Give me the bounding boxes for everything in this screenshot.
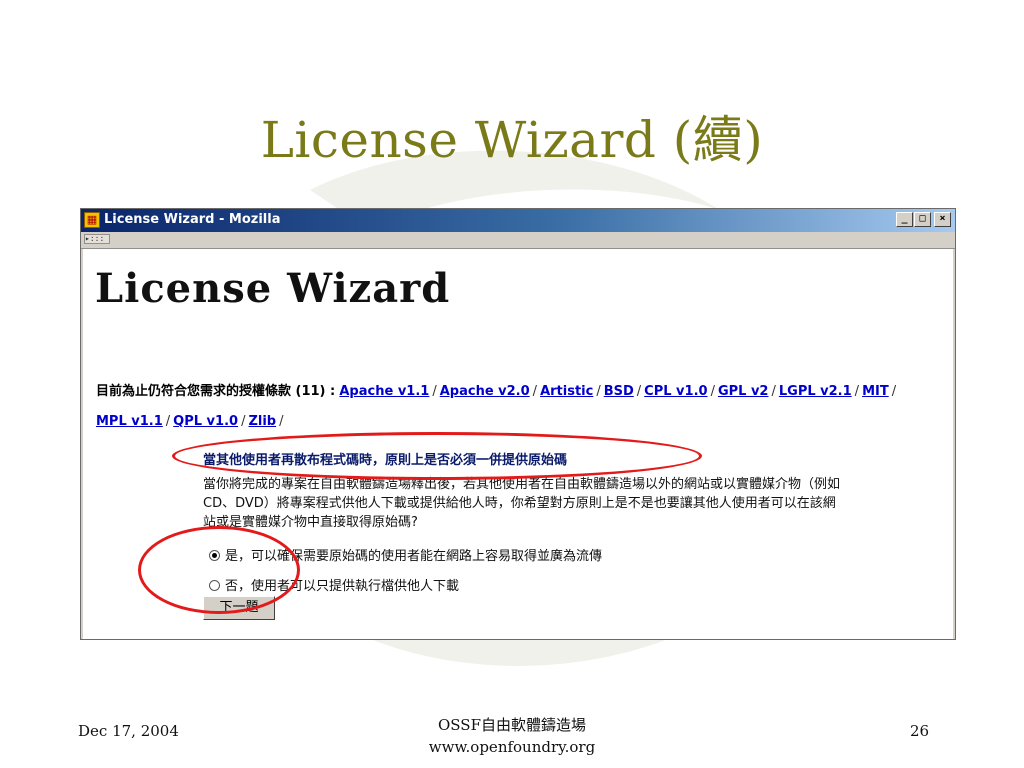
separator: / <box>710 384 715 399</box>
close-button[interactable]: × <box>934 212 951 227</box>
option-no-label: 否，使用者可以只提供執行檔供他人下載 <box>225 579 460 594</box>
matching-licenses-label: 目前為止仍符合您需求的授權條款 (11) : <box>96 384 336 399</box>
separator: / <box>241 414 246 429</box>
separator: / <box>432 384 437 399</box>
license-link-gpl-v2[interactable]: GPL v2 <box>718 384 769 399</box>
minimize-button[interactable]: _ <box>896 212 913 227</box>
license-link-apache-v2-0[interactable]: Apache v2.0 <box>440 384 530 399</box>
license-link-artistic[interactable]: Artistic <box>540 384 593 399</box>
license-link-mit[interactable]: MIT <box>862 384 889 399</box>
separator: / <box>854 384 860 399</box>
option-yes-label: 是，可以確保需要原始碼的使用者能在網路上容易取得並廣為流傳 <box>225 549 603 564</box>
page-content: License Wizard 目前為止仍符合您需求的授權條款 (11) : Ap… <box>83 249 953 639</box>
radio-no[interactable] <box>209 580 220 591</box>
separator: / <box>771 384 776 399</box>
question-heading: 當其他使用者再散布程式碼時，原則上是否必須一併提供原始碼 <box>203 453 568 468</box>
separator: / <box>891 384 897 399</box>
radio-yes[interactable] <box>209 550 220 561</box>
footer-org: OSSF自由軟體鑄造場 <box>438 716 586 734</box>
matching-licenses: 目前為止仍符合您需求的授權條款 (11) : Apache v1.1/Apach… <box>96 377 946 437</box>
mozilla-app-icon: ▦ <box>84 212 100 228</box>
option-yes[interactable]: 是，可以確保需要原始碼的使用者能在網路上容易取得並廣為流傳 <box>209 545 602 564</box>
footer-date: Dec 17, 2004 <box>78 722 179 740</box>
license-link-bsd[interactable]: BSD <box>604 384 634 399</box>
next-question-button[interactable]: 下一題 <box>203 596 275 620</box>
page-heading: License Wizard <box>95 265 451 312</box>
license-link-lgpl-v2-1[interactable]: LGPL v2.1 <box>779 384 852 399</box>
toolbar-grip-icon[interactable]: ▸::: <box>84 234 110 244</box>
maximize-button[interactable]: □ <box>914 212 931 227</box>
browser-window: ▦ License Wizard - Mozilla _ □ × ▸::: Li… <box>80 208 956 640</box>
separator: / <box>532 384 538 399</box>
license-link-cpl-v1-0[interactable]: CPL v1.0 <box>644 384 707 399</box>
separator: / <box>596 384 601 399</box>
license-link-zlib[interactable]: Zlib <box>248 414 276 429</box>
footer-url: www.openfoundry.org <box>428 738 596 756</box>
separator: / <box>279 414 284 429</box>
separator: / <box>165 414 171 429</box>
separator: / <box>636 384 642 399</box>
footer-center: OSSF自由軟體鑄造場 www.openfoundry.org <box>362 714 662 758</box>
footer-page-number: 26 <box>910 722 930 740</box>
window-titlebar[interactable]: ▦ License Wizard - Mozilla _ □ × <box>81 209 955 232</box>
window-title: License Wizard - Mozilla <box>104 212 281 227</box>
collapsed-toolbar: ▸::: <box>81 232 955 249</box>
question-description: 當你將完成的專案在自由軟體鑄造場釋出後，若其他使用者在自由軟體鑄造場以外的網站或… <box>203 477 841 530</box>
license-link-apache-v1-1[interactable]: Apache v1.1 <box>339 384 429 399</box>
license-link-mpl-v1-1[interactable]: MPL v1.1 <box>96 414 163 429</box>
license-link-qpl-v1-0[interactable]: QPL v1.0 <box>173 414 238 429</box>
option-no[interactable]: 否，使用者可以只提供執行檔供他人下載 <box>209 575 459 594</box>
slide-title: License Wizard (續) <box>260 111 764 169</box>
